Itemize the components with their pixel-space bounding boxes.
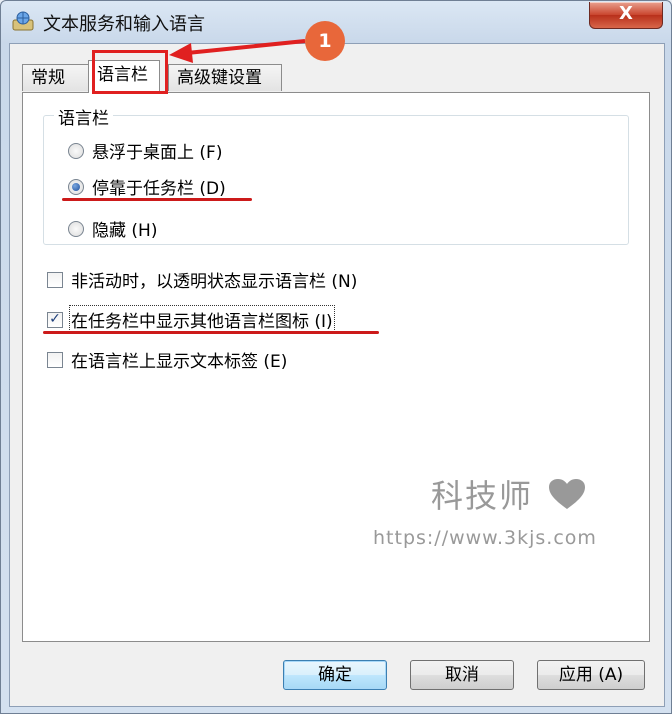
radio-dock-in-taskbar[interactable]: 停靠于任务栏 (D) [68, 174, 226, 199]
checkbox-label: 在任务栏中显示其他语言栏图标 (I) [69, 305, 335, 334]
watermark-url: https://www.3kjs.com [373, 527, 597, 549]
ok-button[interactable]: 确定 [283, 660, 387, 690]
heart-icon [549, 479, 585, 509]
radio-float-on-desktop[interactable]: 悬浮于桌面上 (F) [68, 138, 222, 163]
dialog-client-area: 常规 语言栏 高级键设置 语言栏 悬浮于桌面上 (F) 停靠于任务栏 (D) 隐… [9, 43, 665, 707]
language-bar-groupbox: 语言栏 悬浮于桌面上 (F) 停靠于任务栏 (D) 隐藏 (H) [43, 104, 629, 245]
checkbox-transparent-when-inactive[interactable]: 非活动时，以透明状态显示语言栏 (N) [47, 267, 357, 292]
radio-label: 悬浮于桌面上 (F) [92, 143, 223, 163]
dialog-window: 文本服务和输入语言 X 常规 语言栏 高级键设置 语言栏 悬浮于桌面上 (F) … [0, 0, 672, 714]
checkbox[interactable] [47, 351, 63, 368]
annotation-underline [43, 331, 379, 334]
checkbox-label: 非活动时，以透明状态显示语言栏 (N) [71, 272, 358, 292]
step-number-badge: 1 [305, 21, 345, 61]
checkbox-label: 在语言栏上显示文本标签 (E) [71, 352, 288, 372]
radio-label: 隐藏 (H) [92, 221, 158, 241]
annotation-arrow-icon [169, 39, 306, 63]
cancel-button[interactable]: 取消 [410, 660, 514, 690]
radio-label: 停靠于任务栏 (D) [92, 179, 226, 199]
radio-button-selected[interactable] [68, 178, 84, 195]
apply-button[interactable]: 应用 (A) [537, 660, 645, 690]
checkbox-checked[interactable]: ✓ [47, 311, 63, 328]
radio-hidden[interactable]: 隐藏 (H) [68, 216, 157, 241]
annotation-underline [62, 198, 252, 201]
watermark-title: 科技师 [431, 477, 534, 515]
radio-button[interactable] [68, 142, 84, 159]
radio-button[interactable] [68, 220, 84, 237]
checkbox[interactable] [47, 271, 63, 288]
checkbox-show-extra-icons-in-taskbar[interactable]: ✓ 在任务栏中显示其他语言栏图标 (I) [47, 305, 335, 334]
language-bar-panel: 语言栏 悬浮于桌面上 (F) 停靠于任务栏 (D) 隐藏 (H) 非活动时，以透… [22, 92, 650, 642]
checkbox-show-text-labels[interactable]: 在语言栏上显示文本标签 (E) [47, 347, 287, 372]
